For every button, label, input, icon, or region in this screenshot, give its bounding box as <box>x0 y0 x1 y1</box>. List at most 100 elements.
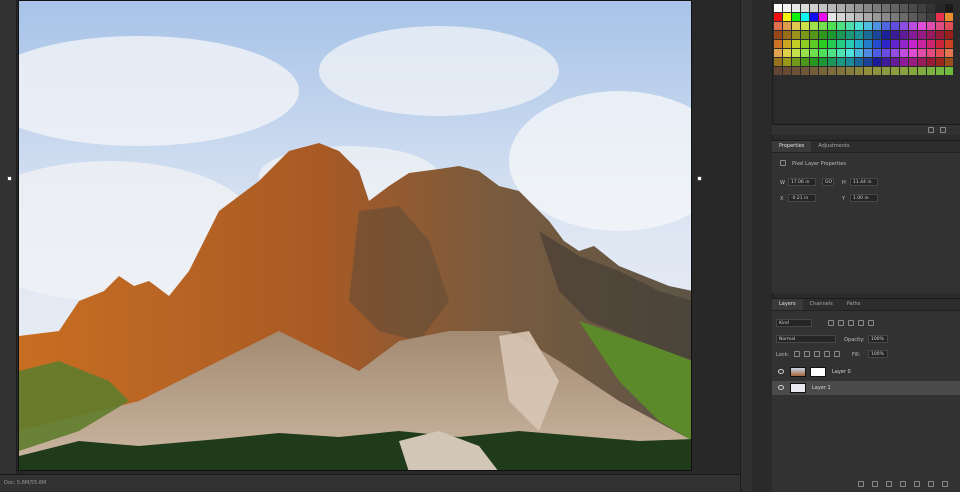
color-swatch[interactable] <box>837 13 845 21</box>
color-swatch[interactable] <box>864 67 872 75</box>
color-swatch[interactable] <box>783 13 791 21</box>
color-swatch[interactable] <box>810 49 818 57</box>
color-swatch[interactable] <box>819 40 827 48</box>
color-swatch[interactable] <box>855 13 863 21</box>
color-swatch[interactable] <box>918 67 926 75</box>
color-swatch[interactable] <box>936 4 944 12</box>
adjustment-layer-icon[interactable] <box>900 481 906 487</box>
color-swatch[interactable] <box>864 49 872 57</box>
lock-all-icon[interactable] <box>834 351 840 357</box>
color-swatch[interactable] <box>774 49 782 57</box>
visibility-eye-icon[interactable] <box>778 385 784 390</box>
color-swatch[interactable] <box>792 22 800 30</box>
color-swatch[interactable] <box>855 40 863 48</box>
color-swatch[interactable] <box>882 40 890 48</box>
color-swatch[interactable] <box>882 58 890 66</box>
color-swatch[interactable] <box>900 13 908 21</box>
tab-paths[interactable]: Paths <box>840 299 868 310</box>
layer-style-icon[interactable] <box>872 481 878 487</box>
color-swatch[interactable] <box>855 49 863 57</box>
color-swatch[interactable] <box>783 4 791 12</box>
color-swatch[interactable] <box>846 31 854 39</box>
color-swatch[interactable] <box>873 58 881 66</box>
color-swatch[interactable] <box>882 67 890 75</box>
add-mask-icon[interactable] <box>886 481 892 487</box>
color-swatch[interactable] <box>819 31 827 39</box>
color-swatch[interactable] <box>891 67 899 75</box>
color-swatch[interactable] <box>846 4 854 12</box>
color-swatch[interactable] <box>810 22 818 30</box>
lock-artboard-icon[interactable] <box>824 351 830 357</box>
color-swatch[interactable] <box>873 4 881 12</box>
color-swatch[interactable] <box>918 49 926 57</box>
color-swatch[interactable] <box>918 4 926 12</box>
color-swatch[interactable] <box>774 4 782 12</box>
color-swatch[interactable] <box>918 40 926 48</box>
color-swatch[interactable] <box>927 49 935 57</box>
color-swatch[interactable] <box>792 49 800 57</box>
layer-kind-filter[interactable]: Kind <box>776 319 812 327</box>
color-swatch[interactable] <box>945 31 953 39</box>
color-swatch[interactable] <box>819 4 827 12</box>
color-swatch[interactable] <box>774 13 782 21</box>
color-swatch[interactable] <box>936 67 944 75</box>
color-swatch[interactable] <box>819 49 827 57</box>
color-swatch[interactable] <box>882 4 890 12</box>
color-swatch[interactable] <box>927 13 935 21</box>
color-swatch[interactable] <box>909 49 917 57</box>
color-swatch[interactable] <box>792 13 800 21</box>
transform-handle-left[interactable] <box>7 176 12 181</box>
color-swatch[interactable] <box>846 58 854 66</box>
color-swatch[interactable] <box>945 13 953 21</box>
color-swatch[interactable] <box>918 31 926 39</box>
color-swatch[interactable] <box>855 22 863 30</box>
color-swatch[interactable] <box>900 31 908 39</box>
color-swatch[interactable] <box>792 58 800 66</box>
color-swatch[interactable] <box>801 31 809 39</box>
color-swatch[interactable] <box>909 22 917 30</box>
color-swatch[interactable] <box>792 31 800 39</box>
color-swatch[interactable] <box>801 49 809 57</box>
color-swatch[interactable] <box>774 67 782 75</box>
fill-field[interactable]: 100% <box>868 350 888 358</box>
color-swatch[interactable] <box>882 31 890 39</box>
color-swatch[interactable] <box>837 67 845 75</box>
document-canvas-area[interactable]: Doc: 5.6M/55.6M <box>0 0 740 491</box>
transform-handle-right[interactable] <box>697 176 702 181</box>
color-swatch[interactable] <box>774 31 782 39</box>
color-swatch[interactable] <box>891 58 899 66</box>
color-swatch[interactable] <box>882 22 890 30</box>
color-swatch[interactable] <box>828 4 836 12</box>
color-swatch[interactable] <box>783 22 791 30</box>
color-swatch[interactable] <box>927 58 935 66</box>
color-swatch[interactable] <box>855 67 863 75</box>
layer-row-layer-1[interactable]: Layer 1 <box>772 381 960 395</box>
lock-image-icon[interactable] <box>804 351 810 357</box>
color-swatch[interactable] <box>864 4 872 12</box>
color-swatch[interactable] <box>873 49 881 57</box>
color-swatch[interactable] <box>945 67 953 75</box>
color-swatch[interactable] <box>801 58 809 66</box>
color-swatch[interactable] <box>927 4 935 12</box>
color-swatch[interactable] <box>828 58 836 66</box>
delete-swatch-icon[interactable] <box>940 127 946 133</box>
filter-pixel-icon[interactable] <box>828 320 834 326</box>
color-swatch[interactable] <box>936 31 944 39</box>
color-swatch[interactable] <box>864 40 872 48</box>
link-dimensions-button[interactable]: GO <box>822 178 834 186</box>
color-swatch[interactable] <box>828 31 836 39</box>
new-layer-icon[interactable] <box>928 481 934 487</box>
tab-properties[interactable]: Properties <box>772 141 812 152</box>
color-swatch[interactable] <box>909 31 917 39</box>
color-swatch[interactable] <box>945 4 953 12</box>
color-swatch[interactable] <box>774 40 782 48</box>
color-swatch[interactable] <box>900 67 908 75</box>
color-swatch[interactable] <box>936 49 944 57</box>
color-swatch[interactable] <box>810 31 818 39</box>
color-swatch[interactable] <box>801 40 809 48</box>
height-field[interactable]: 11.44 in <box>850 178 878 186</box>
color-swatch[interactable] <box>783 67 791 75</box>
color-swatch[interactable] <box>810 58 818 66</box>
color-swatch[interactable] <box>945 49 953 57</box>
color-swatch[interactable] <box>882 49 890 57</box>
